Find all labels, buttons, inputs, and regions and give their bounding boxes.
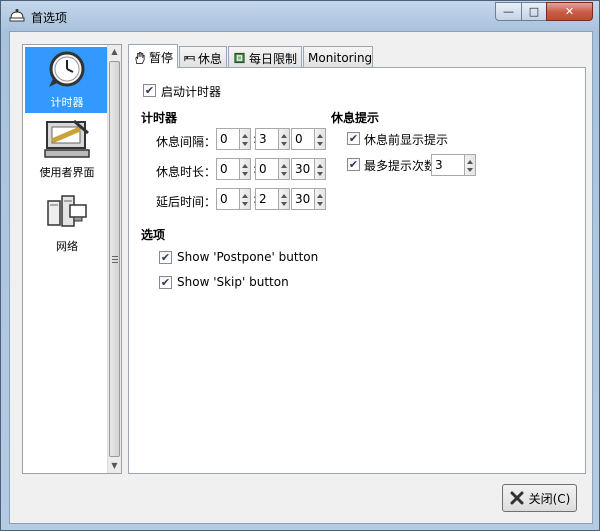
tab-rest[interactable]: 休息 <box>179 46 227 67</box>
tab-monitoring[interactable]: Monitoring <box>303 46 373 67</box>
network-icon <box>47 195 87 227</box>
dialog-client-area: 计时器 使用者界面 网络 ▲ ▼ 暂停 休息 每日限制 Monitoring ✔… <box>9 31 593 524</box>
checkmark-icon: ✔ <box>348 132 359 145</box>
tab-daily-limit[interactable]: 每日限制 <box>228 46 302 67</box>
show-before-break-checkbox[interactable]: ✔ <box>347 132 360 145</box>
spinner-arrows-icon[interactable] <box>279 158 290 180</box>
spinner-arrows-icon[interactable] <box>279 188 290 210</box>
tab-label: Monitoring <box>308 51 373 65</box>
title-bar[interactable]: 首选项 — □ ✕ <box>1 1 599 31</box>
minimize-button[interactable]: — <box>495 2 522 21</box>
show-postpone-checkbox[interactable]: ✔ <box>159 251 172 264</box>
postpone-time-minutes-spinner[interactable]: 2 <box>255 188 290 210</box>
show-postpone-label: Show 'Postpone' button <box>177 250 319 264</box>
spinner-value[interactable]: 0 <box>291 128 315 150</box>
show-skip-checkbox[interactable]: ✔ <box>159 276 172 289</box>
preferences-window: 首选项 — □ ✕ 计时器 使用者界面 网络 ▲ ▼ 暂停 休息 每日限制 Mo… <box>0 0 600 531</box>
break-duration-label: 休息时长： <box>156 165 217 179</box>
spinner-arrows-icon[interactable] <box>240 128 251 150</box>
user-interface-icon <box>44 119 90 158</box>
window-title: 首选项 <box>31 11 68 25</box>
grip-icon <box>112 256 118 263</box>
book-icon <box>234 52 245 64</box>
break-interval-seconds-spinner[interactable]: 0 <box>291 128 326 150</box>
close-icon: ✕ <box>564 5 575 18</box>
spinner-value[interactable]: 0 <box>216 188 240 210</box>
spinner-value[interactable]: 0 <box>216 158 240 180</box>
scroll-up-arrow-icon[interactable]: ▲ <box>108 45 121 59</box>
tab-label: 每日限制 <box>248 51 297 66</box>
spinner-value[interactable]: 3 <box>431 154 465 176</box>
spinner-arrows-icon[interactable] <box>315 128 326 150</box>
sidebar-scrollbar[interactable]: ▲ ▼ <box>107 45 121 473</box>
break-duration-seconds-spinner[interactable]: 30 <box>291 158 326 180</box>
break-duration-minutes-spinner[interactable]: 0 <box>255 158 290 180</box>
maximize-icon: □ <box>528 5 540 18</box>
spinner-arrows-icon[interactable] <box>240 158 251 180</box>
hand-icon <box>135 51 145 64</box>
minimize-icon: — <box>503 5 514 18</box>
spinner-arrows-icon[interactable] <box>240 188 251 210</box>
break-interval-minutes-spinner[interactable]: 3 <box>255 128 290 150</box>
close-x-icon <box>510 491 524 505</box>
options-heading: 选项 <box>141 228 166 242</box>
scroll-thumb[interactable] <box>109 61 120 457</box>
spinner-value[interactable]: 0 <box>255 158 279 180</box>
tab-pause[interactable]: 暂停 <box>128 44 178 68</box>
postpone-time-hours-spinner[interactable]: 0 <box>216 188 251 210</box>
spinner-arrows-icon[interactable] <box>465 154 476 176</box>
enable-timer-label: 启动计时器 <box>161 85 222 99</box>
break-interval-hours-spinner[interactable]: 0 <box>216 128 251 150</box>
close-button[interactable]: 关闭(C) <box>502 484 577 512</box>
tab-label: 暂停 <box>148 51 173 65</box>
sidebar-item-network[interactable]: 网络 <box>25 191 109 257</box>
spinner-arrows-icon[interactable] <box>315 158 326 180</box>
maximize-button[interactable]: □ <box>521 2 547 21</box>
window-close-button[interactable]: ✕ <box>546 2 593 21</box>
max-prompts-checkbox[interactable]: ✔ <box>347 158 360 171</box>
break-interval-label: 休息间隔： <box>156 135 217 149</box>
tab-panel-pause: ✔ 启动计时器 计时器 休息间隔： 0 : 3 : 0 休息时长： 0 : 0 … <box>128 67 586 474</box>
bed-icon <box>184 55 195 62</box>
checkmark-icon: ✔ <box>348 158 359 171</box>
sidebar-item-label: 计时器 <box>50 96 84 109</box>
sidebar-item-label: 使用者界面 <box>39 166 95 179</box>
spinner-value[interactable]: 0 <box>216 128 240 150</box>
checkmark-icon: ✔ <box>160 251 171 264</box>
sidebar-item-user-interface[interactable]: 使用者界面 <box>25 117 109 183</box>
reminder-heading: 休息提示 <box>331 111 380 125</box>
checkmark-icon: ✔ <box>144 84 155 97</box>
spinner-arrows-icon[interactable] <box>315 188 326 210</box>
spinner-value[interactable]: 2 <box>255 188 279 210</box>
category-sidebar: 计时器 使用者界面 网络 ▲ ▼ <box>22 44 122 474</box>
app-icon <box>9 9 25 22</box>
max-prompts-label: 最多提示次数 <box>364 159 437 173</box>
scroll-down-arrow-icon[interactable]: ▼ <box>108 459 121 473</box>
break-duration-hours-spinner[interactable]: 0 <box>216 158 251 180</box>
checkmark-icon: ✔ <box>160 276 171 289</box>
max-prompts-spinner[interactable]: 3 <box>431 154 476 176</box>
show-skip-label: Show 'Skip' button <box>177 275 289 289</box>
spinner-arrows-icon[interactable] <box>279 128 290 150</box>
show-before-break-label: 休息前显示提示 <box>364 133 449 147</box>
sidebar-item-timer[interactable]: 计时器 <box>25 47 109 113</box>
close-button-label: 关闭(C) <box>528 491 571 506</box>
spinner-value[interactable]: 30 <box>291 158 315 180</box>
enable-timer-checkbox[interactable]: ✔ <box>143 84 156 97</box>
postpone-time-label: 延后时间： <box>156 195 217 209</box>
spinner-value[interactable]: 3 <box>255 128 279 150</box>
tab-label: 休息 <box>197 51 222 66</box>
spinner-value[interactable]: 30 <box>291 188 315 210</box>
sidebar-item-label: 网络 <box>56 240 78 253</box>
timer-heading: 计时器 <box>141 111 178 125</box>
timer-clock-icon <box>49 51 85 87</box>
postpone-time-seconds-spinner[interactable]: 30 <box>291 188 326 210</box>
